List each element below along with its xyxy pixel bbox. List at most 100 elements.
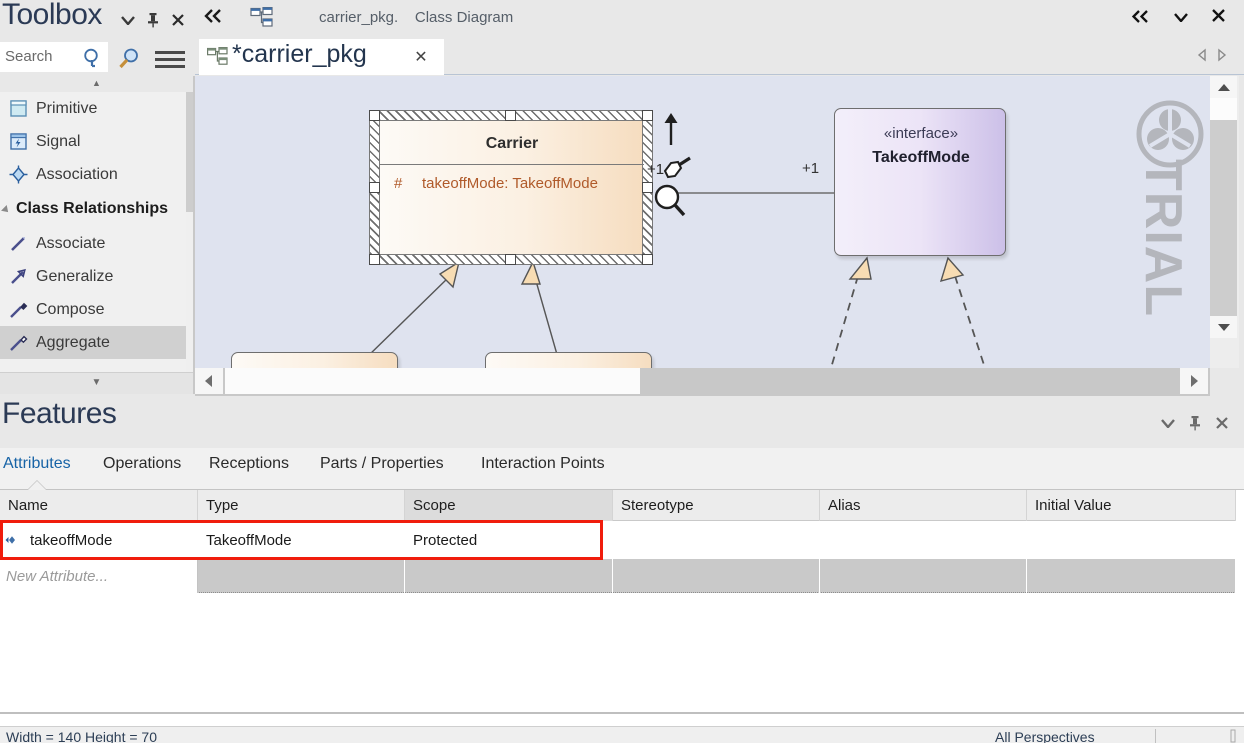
new-row-cell-stereotype[interactable] [613, 559, 820, 593]
scrollbar-track-top[interactable] [1210, 98, 1237, 120]
tab-receptions[interactable]: Receptions [209, 455, 289, 473]
close-icon[interactable] [1211, 412, 1233, 434]
tab-next-icon[interactable] [1215, 48, 1229, 62]
search-go-icon[interactable] [117, 47, 141, 71]
class-box-subclass-2[interactable] [485, 352, 652, 368]
active-tab-caret [28, 481, 46, 490]
primitive-icon [8, 98, 29, 119]
cell-alias[interactable] [820, 521, 1027, 559]
toolbox-group-label: Class Relationships [16, 200, 169, 217]
close-icon[interactable] [168, 10, 188, 30]
grid-empty-area[interactable] [0, 630, 1244, 712]
chevron-down-icon[interactable] [1157, 412, 1179, 434]
toolbox-item-associate[interactable]: Associate [0, 227, 193, 260]
toolbox-scroll-up[interactable]: ▲ [0, 76, 193, 92]
pin-icon[interactable] [143, 10, 163, 30]
quicklink-pointer-icon[interactable] [657, 156, 693, 184]
tab-operations[interactable]: Operations [103, 455, 181, 473]
column-header-type[interactable]: Type [198, 490, 405, 521]
diagram-horizontal-scrollbar[interactable] [195, 368, 1210, 396]
toolbox-item-label: Generalize [36, 267, 114, 285]
toolbox-item-aggregate[interactable]: Aggregate [0, 326, 193, 359]
close-icon[interactable]: ✕ [412, 47, 430, 67]
chevron-down-icon[interactable] [1168, 6, 1194, 30]
selection-handle[interactable] [642, 110, 653, 121]
selection-handle[interactable] [369, 110, 380, 121]
hamburger-menu-icon[interactable] [155, 51, 185, 68]
class-diagram-icon [207, 47, 229, 67]
search-input[interactable]: Search [0, 42, 108, 72]
attribute-visibility-marker: # [394, 175, 403, 192]
pin-icon[interactable] [1184, 412, 1206, 434]
stereotype-label: «interface» [883, 125, 959, 142]
class-box-carrier[interactable]: Carrier # takeoffMode: TakeoffMode [379, 120, 644, 255]
toolbox-item-primitive[interactable]: Primitive [0, 92, 193, 125]
diagram-connectors [365, 192, 986, 368]
vertical-scrollbar-thumb[interactable] [1210, 120, 1237, 316]
selection-handle[interactable] [642, 254, 653, 265]
column-header-initial-value[interactable]: Initial Value [1027, 490, 1236, 521]
close-icon[interactable] [1205, 6, 1231, 30]
column-header-name[interactable]: Name [0, 490, 198, 521]
new-attribute-row[interactable]: New Attribute... [0, 559, 1244, 593]
breadcrumb-diagram-type[interactable]: Class Diagram [415, 9, 513, 26]
double-chevron-left-icon[interactable] [201, 8, 227, 30]
tab-prev-icon[interactable] [1195, 48, 1209, 62]
selection-handle[interactable] [505, 254, 516, 265]
cell-scope[interactable]: Protected [405, 521, 613, 559]
tab-carrier-pkg[interactable]: *carrier_pkg ✕ [199, 39, 444, 75]
toolbox-item-generalize[interactable]: Generalize [0, 260, 193, 293]
selection-handle[interactable] [369, 254, 380, 265]
new-row-cell-alias[interactable] [820, 559, 1027, 593]
status-dimensions: Width = 140 Height = 70 [6, 729, 157, 743]
selection-handle[interactable] [642, 182, 653, 193]
scroll-down-button[interactable] [1210, 316, 1237, 338]
chevron-down-icon[interactable] [118, 10, 138, 30]
column-header-stereotype[interactable]: Stereotype [613, 490, 820, 521]
toolbox-group-class-relationships[interactable]: Class Relationships [0, 191, 193, 227]
breadcrumb[interactable]: carrier_pkg. Class Diagram [319, 9, 513, 26]
class-box-subclass-1[interactable] [231, 352, 398, 368]
tab-parts-properties[interactable]: Parts / Properties [320, 455, 444, 473]
panel-collapse-icon[interactable] [1128, 6, 1154, 30]
toolbox-scroll-down[interactable]: ▼ [0, 372, 193, 394]
new-attribute-input[interactable]: New Attribute... [0, 559, 198, 593]
tab-label: *carrier_pkg [232, 40, 367, 68]
tab-interaction-points[interactable]: Interaction Points [481, 455, 605, 473]
toolbox-item-association[interactable]: Association [0, 158, 193, 191]
toolbox-item-label: Association [36, 165, 118, 183]
column-header-alias[interactable]: Alias [820, 490, 1027, 521]
toolbox-item-compose[interactable]: Compose [0, 293, 193, 326]
cell-stereotype[interactable] [613, 521, 820, 559]
new-row-cell-initial-value[interactable] [1027, 559, 1236, 593]
toolbox-item-signal[interactable]: Signal [0, 125, 193, 158]
scroll-up-button[interactable] [1210, 76, 1237, 98]
expander-icon[interactable] [1, 205, 11, 215]
interface-box-takeoffmode[interactable]: «interface» TakeoffMode [834, 108, 1006, 256]
tab-attributes[interactable]: Attributes [3, 455, 71, 473]
cell-name[interactable]: takeoffMode [22, 521, 198, 559]
breadcrumb-package[interactable]: carrier_pkg. [319, 9, 398, 26]
toolbox-search-row: Search [0, 42, 195, 74]
new-row-cell-scope[interactable] [405, 559, 613, 593]
cell-type[interactable]: TakeoffMode [198, 521, 405, 559]
cell-initial-value[interactable] [1027, 521, 1236, 559]
diagram-topbar: carrier_pkg. Class Diagram [195, 0, 1244, 37]
scroll-right-button[interactable] [1180, 368, 1208, 394]
zoom-icon[interactable] [653, 184, 687, 218]
column-header-scope[interactable]: Scope [405, 490, 613, 521]
diagram-canvas[interactable]: TRIAL Carrier # takeoffMode: TakeoffMode… [195, 76, 1210, 368]
table-row[interactable]: takeoffMode TakeoffMode Protected [0, 521, 1244, 559]
status-perspective[interactable]: All Perspectives [995, 729, 1095, 743]
selection-handle[interactable] [505, 110, 516, 121]
diagram-vertical-scrollbar[interactable] [1210, 76, 1239, 368]
horizontal-scrollbar-thumb[interactable] [225, 368, 640, 394]
quicklink-arrow-icon[interactable] [660, 112, 682, 146]
scroll-left-button[interactable] [195, 368, 223, 394]
toolbox-panel: Toolbox Search ▲ Primitive Signal Associ… [0, 0, 195, 396]
resize-grip-icon[interactable] [1228, 729, 1238, 743]
new-row-cell-type[interactable] [198, 559, 405, 593]
selection-handle[interactable] [369, 182, 380, 193]
grid-header-row: Name Type Scope Stereotype Alias Initial… [0, 490, 1244, 521]
interface-name-label: TakeoffMode [872, 149, 970, 166]
